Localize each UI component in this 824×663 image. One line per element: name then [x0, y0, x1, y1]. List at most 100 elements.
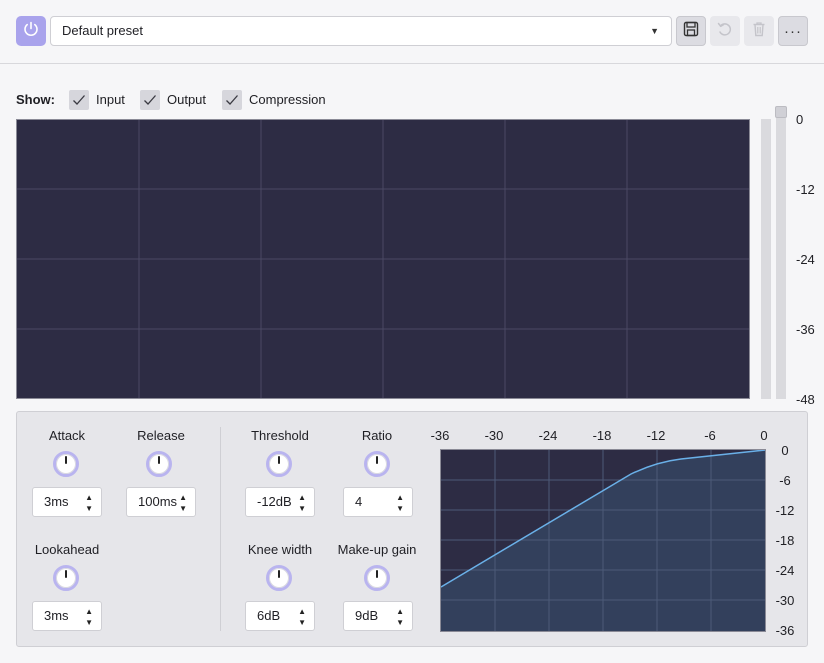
- ellipsis-icon: ···: [784, 22, 802, 40]
- curve-x-tick: -6: [704, 428, 716, 443]
- stepper-down-icon[interactable]: ▼: [396, 505, 404, 513]
- curve-x-tick: 0: [760, 428, 768, 443]
- attack-value: 3ms: [44, 494, 69, 509]
- lookahead-knob[interactable]: [53, 565, 79, 591]
- meter-scale-label: -24: [796, 252, 815, 267]
- meter-scale-label: 0: [796, 112, 804, 127]
- curve-x-tick: -12: [646, 428, 666, 443]
- power-button[interactable]: [16, 16, 46, 46]
- knob-pointer: [278, 570, 280, 578]
- stepper-up-icon[interactable]: ▲: [298, 608, 306, 616]
- level-history-graph: [16, 119, 750, 399]
- toolbar: Default preset ▼ ···: [0, 0, 824, 64]
- lookahead-value: 3ms: [44, 608, 69, 623]
- knee-width-knob[interactable]: [266, 565, 292, 591]
- trash-icon: [751, 21, 767, 42]
- meter-scale-label: -12: [796, 182, 815, 197]
- stepper-down-icon[interactable]: ▼: [179, 505, 187, 513]
- panel-divider: [220, 427, 221, 631]
- knee-width-value: 6dB: [257, 608, 281, 623]
- preset-select[interactable]: Default preset ▼: [50, 16, 672, 46]
- stepper-down-icon[interactable]: ▼: [298, 505, 306, 513]
- lookahead-label: Lookahead: [34, 542, 100, 557]
- makeup-gain-knob[interactable]: [364, 565, 390, 591]
- show-input-checkbox[interactable]: Input: [69, 89, 125, 110]
- curve-x-tick: -18: [592, 428, 612, 443]
- stepper-up-icon[interactable]: ▲: [85, 494, 93, 502]
- curve-y-tick: -36: [775, 623, 795, 638]
- curve-y-tick: -18: [775, 533, 795, 548]
- knee-width-stepper[interactable]: 6dB ▲ ▼: [245, 601, 315, 631]
- stepper-down-icon[interactable]: ▼: [396, 619, 404, 627]
- show-compression-label: Compression: [249, 92, 326, 107]
- curve-y-tick: -12: [775, 503, 795, 518]
- knob-pointer: [278, 456, 280, 464]
- threshold-stepper[interactable]: -12dB ▲ ▼: [245, 487, 315, 517]
- attack-stepper[interactable]: 3ms ▲ ▼: [32, 487, 102, 517]
- release-value: 100ms: [138, 494, 178, 509]
- knob-pointer: [65, 570, 67, 578]
- ratio-knob[interactable]: [364, 451, 390, 477]
- curve-y-tick: 0: [781, 443, 789, 458]
- chevron-down-icon: ▼: [650, 26, 659, 36]
- lookahead-stepper[interactable]: 3ms ▲ ▼: [32, 601, 102, 631]
- checkmark-icon: [69, 89, 89, 110]
- ratio-stepper[interactable]: 4 ▲ ▼: [343, 487, 413, 517]
- makeup-gain-label: Make-up gain: [337, 542, 417, 557]
- knob-pointer: [65, 456, 67, 464]
- show-input-label: Input: [96, 92, 125, 107]
- ratio-label: Ratio: [361, 428, 393, 443]
- knob-pointer: [376, 456, 378, 464]
- release-stepper[interactable]: 100ms ▲ ▼: [126, 487, 196, 517]
- meter-range-handle[interactable]: [775, 106, 787, 118]
- show-output-label: Output: [167, 92, 207, 107]
- knob-pointer: [158, 456, 160, 464]
- curve-x-tick: -24: [538, 428, 558, 443]
- revert-preset-button[interactable]: [710, 16, 740, 46]
- save-icon: [683, 21, 699, 42]
- stepper-up-icon[interactable]: ▲: [298, 494, 306, 502]
- meter-scale-label: -48: [796, 392, 815, 407]
- checkmark-icon: [140, 89, 160, 110]
- compression-curve-graph: [440, 449, 766, 632]
- knob-pointer: [376, 570, 378, 578]
- attack-knob[interactable]: [53, 451, 79, 477]
- stepper-down-icon[interactable]: ▼: [85, 619, 93, 627]
- show-output-checkbox[interactable]: Output: [140, 89, 206, 110]
- stepper-down-icon[interactable]: ▼: [85, 505, 93, 513]
- show-compression-checkbox[interactable]: Compression: [222, 89, 326, 110]
- stepper-up-icon[interactable]: ▲: [396, 494, 404, 502]
- preset-value: Default preset: [62, 23, 143, 38]
- knee-width-label: Knee width: [247, 542, 313, 557]
- stepper-down-icon[interactable]: ▼: [298, 619, 306, 627]
- curve-x-tick: -36: [430, 428, 450, 443]
- level-graph-grid: [17, 120, 749, 398]
- release-knob[interactable]: [146, 451, 172, 477]
- stepper-up-icon[interactable]: ▲: [85, 608, 93, 616]
- threshold-value: -12dB: [257, 494, 292, 509]
- curve-y-tick: -30: [775, 593, 795, 608]
- checkmark-icon: [222, 89, 242, 110]
- curve-x-tick: -30: [484, 428, 504, 443]
- level-meter-right: [776, 118, 786, 399]
- release-label: Release: [137, 428, 185, 443]
- makeup-gain-value: 9dB: [355, 608, 379, 623]
- stepper-up-icon[interactable]: ▲: [179, 494, 187, 502]
- ratio-value: 4: [355, 494, 363, 509]
- stepper-up-icon[interactable]: ▲: [396, 608, 404, 616]
- attack-label: Attack: [48, 428, 86, 443]
- show-label: Show:: [16, 92, 55, 107]
- makeup-gain-stepper[interactable]: 9dB ▲ ▼: [343, 601, 413, 631]
- level-meter-left: [761, 119, 771, 399]
- undo-icon: [716, 20, 734, 43]
- curve-y-tick: -6: [779, 473, 791, 488]
- curve-y-tick: -24: [775, 563, 795, 578]
- delete-preset-button[interactable]: [744, 16, 774, 46]
- meter-scale-label: -36: [796, 322, 815, 337]
- save-preset-button[interactable]: [676, 16, 706, 46]
- compression-curve-svg: [440, 449, 766, 631]
- threshold-label: Threshold: [251, 428, 309, 443]
- power-icon: [22, 20, 40, 43]
- threshold-knob[interactable]: [266, 451, 292, 477]
- more-options-button[interactable]: ···: [778, 16, 808, 46]
